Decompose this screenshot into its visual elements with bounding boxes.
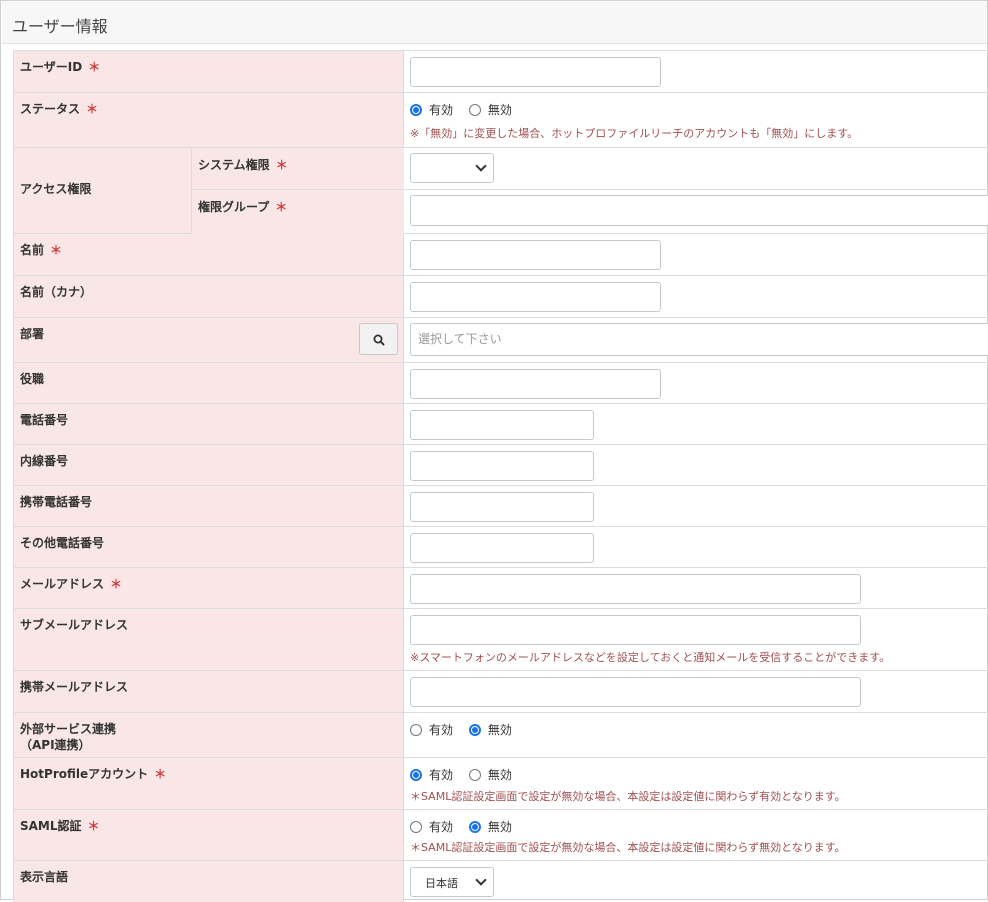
sub-email-note: ※スマートフォンのメールアドレスなどを設定しておくと通知メールを受信することがで… [410, 651, 891, 664]
row-mobile-phone: 携帯電話番号 [14, 486, 988, 527]
required-mark: ＊ [88, 60, 101, 74]
position-label: 役職 [20, 372, 45, 386]
radio-selected-icon [468, 723, 481, 736]
required-mark: ＊ [275, 200, 288, 214]
name-input[interactable] [410, 240, 661, 270]
chevron-down-icon [475, 160, 487, 172]
extension-input[interactable] [410, 451, 594, 481]
panel-header: ユーザー情報 [2, 2, 987, 44]
required-mark: ＊ [110, 577, 123, 591]
status-radio-group: 有効 無効 [410, 101, 524, 118]
saml-radio-disabled[interactable]: 無効 [468, 818, 512, 835]
row-position: 役職 [14, 363, 988, 404]
hotprofile-account-label: HotProfileアカウント [20, 767, 149, 781]
external-service-radio-enabled[interactable]: 有効 [410, 721, 453, 738]
row-user-id: ユーザーID ＊ [14, 51, 988, 93]
auth-group-input[interactable] [410, 195, 988, 226]
position-input[interactable] [410, 369, 661, 399]
hotprofile-radio-enabled[interactable]: 有効 [410, 766, 453, 783]
saml-radio-enabled[interactable]: 有効 [410, 818, 453, 835]
saml-label: SAML認証 [20, 819, 82, 833]
language-label: 表示言語 [20, 870, 69, 884]
row-language: 表示言語 日本語 [14, 861, 988, 902]
department-input[interactable]: 選択して下さい [410, 323, 988, 356]
user-id-input[interactable] [410, 57, 661, 87]
system-auth-select[interactable] [410, 153, 494, 183]
user-id-label: ユーザーID [20, 60, 83, 74]
radio-selected-icon [468, 820, 481, 833]
required-mark: ＊ [50, 243, 63, 257]
access-label: アクセス権限 [20, 182, 92, 196]
hotprofile-radio-disabled[interactable]: 無効 [468, 766, 512, 783]
row-other-phone: その他電話番号 [14, 527, 988, 568]
hotprofile-account-note: ＊SAML認証設定画面で設定が無効な場合、本設定は設定値に関わらず有効となります… [410, 790, 846, 803]
status-radio-disabled[interactable]: 無効 [468, 101, 512, 118]
user-form: ユーザーID ＊ ステータス ＊ 有効 無効 ※「無効」に変更した場合、ホットプロフ… [13, 50, 988, 902]
phone-label: 電話番号 [20, 413, 69, 427]
radio-selected-icon [410, 103, 422, 116]
email-input[interactable] [410, 574, 861, 604]
user-info-panel: ユーザー情報 ユーザーID ＊ ステータス ＊ 有効 無効 ※「無効」に変更した場合… [0, 0, 988, 902]
saml-radio-group: 有効 無効 [410, 818, 524, 835]
status-note: ※「無効」に変更した場合、ホットプロファイルリーチのアカウントも「無効」にします… [410, 127, 859, 140]
external-service-radio-disabled[interactable]: 無効 [468, 721, 512, 738]
department-search-button[interactable] [359, 323, 398, 355]
chevron-down-icon [475, 874, 487, 886]
row-email: メールアドレス ＊ [14, 568, 988, 609]
radio-unselected-icon [468, 768, 481, 781]
auth-group-label: 権限グループ [198, 200, 270, 214]
saml-note: ＊SAML認証設定画面で設定が無効な場合、本設定は設定値に関わらず無効となります… [410, 841, 846, 854]
required-mark: ＊ [87, 819, 100, 833]
sub-email-label: サブメールアドレス [20, 618, 129, 632]
row-external-service: 外部サービス連携 （API連携） 有効 無効 [14, 713, 988, 758]
status-radio-enabled[interactable]: 有効 [410, 101, 453, 118]
row-department: 部署 選択して下さい [14, 318, 988, 363]
search-icon [373, 334, 385, 346]
name-kana-input[interactable] [410, 282, 661, 312]
external-service-radio-group: 有効 無効 [410, 721, 524, 738]
email-label: メールアドレス [20, 577, 105, 591]
row-extension: 内線番号 [14, 445, 988, 486]
page-title: ユーザー情報 [12, 17, 108, 36]
row-name-kana: 名前（カナ） [14, 276, 988, 318]
hotprofile-account-radio-group: 有効 無効 [410, 766, 524, 783]
row-sub-email: サブメールアドレス ※スマートフォンのメールアドレスなどを設定しておくと通知メー… [14, 609, 988, 671]
row-access: アクセス権限 システム権限 ＊ 権限グループ ＊ [14, 148, 988, 234]
row-status: ステータス ＊ 有効 無効 ※「無効」に変更した場合、ホットプロファイルリーチのア… [14, 93, 988, 148]
department-label: 部署 [20, 327, 45, 341]
row-saml: SAML認証 ＊ 有効 無効 ＊SAML認証設定画面で設定が無効な場合、本設定は設… [14, 810, 988, 861]
row-name: 名前 ＊ [14, 234, 988, 276]
required-mark: ＊ [275, 158, 288, 172]
required-mark: ＊ [86, 102, 99, 116]
radio-unselected-icon [410, 820, 422, 833]
mobile-phone-label: 携帯電話番号 [20, 495, 93, 509]
sub-email-input[interactable] [410, 615, 861, 645]
external-service-label: 外部サービス連携 [20, 722, 117, 736]
mobile-email-label: 携帯メールアドレス [20, 680, 129, 694]
external-service-sublabel: （API連携） [20, 738, 91, 752]
radio-selected-icon [410, 768, 422, 781]
mobile-phone-input[interactable] [410, 492, 594, 522]
required-mark: ＊ [154, 767, 167, 781]
name-kana-label: 名前（カナ） [20, 285, 93, 299]
row-phone: 電話番号 [14, 404, 988, 445]
radio-unselected-icon [410, 723, 422, 736]
language-select[interactable]: 日本語 [410, 867, 494, 897]
radio-unselected-icon [468, 103, 481, 116]
name-label: 名前 [20, 243, 45, 257]
system-auth-label: システム権限 [198, 158, 270, 172]
row-hotprofile-account: HotProfileアカウント ＊ 有効 無効 ＊SAML認証設定画面で設定が無効… [14, 758, 988, 810]
row-mobile-email: 携帯メールアドレス [14, 671, 988, 713]
phone-input[interactable] [410, 410, 594, 440]
extension-label: 内線番号 [20, 454, 69, 468]
status-label: ステータス [20, 102, 81, 116]
other-phone-input[interactable] [410, 533, 594, 563]
other-phone-label: その他電話番号 [20, 536, 105, 550]
mobile-email-input[interactable] [410, 677, 861, 707]
